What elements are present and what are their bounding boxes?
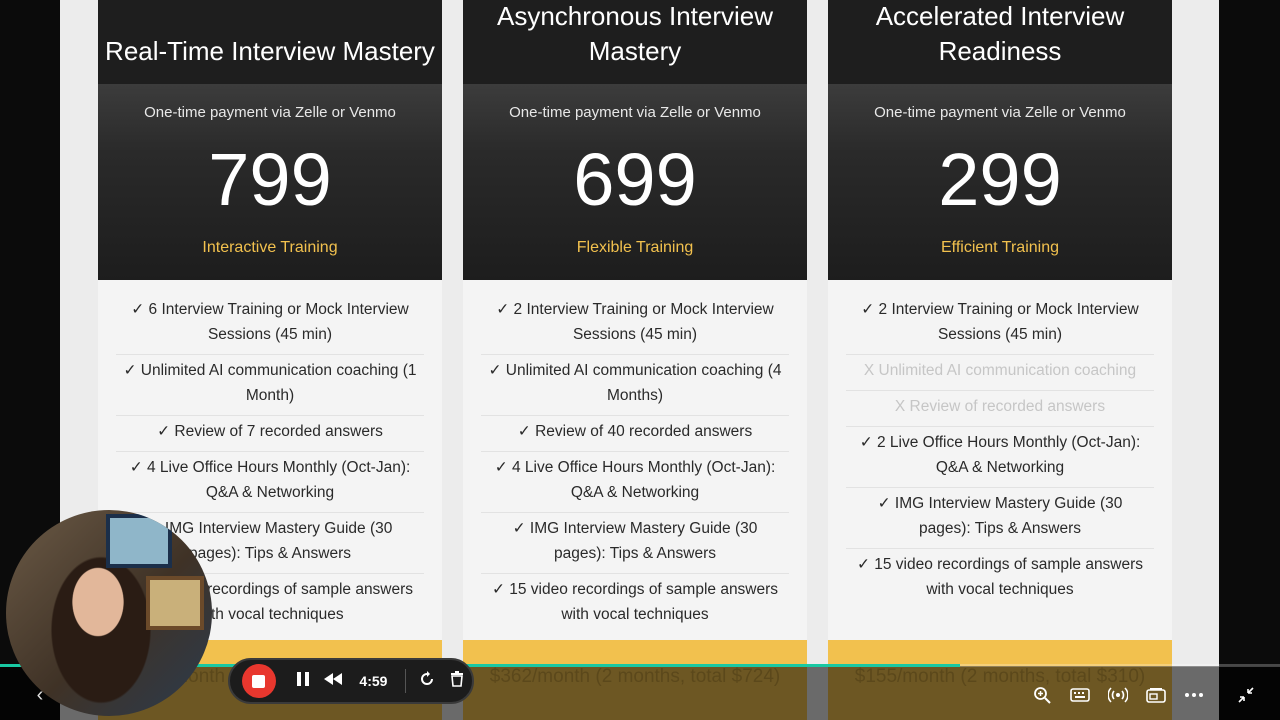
restart-icon[interactable] [412, 670, 442, 692]
feature-item: ✓ 15 video recordings of sample answers … [491, 581, 779, 623]
tier-label: Interactive Training [202, 239, 338, 256]
feature-item: ✓ Unlimited AI communication coaching (4… [481, 355, 789, 416]
webcam-bubble[interactable] [6, 510, 212, 716]
feature-item-excluded: X Review of recorded answers [846, 391, 1154, 427]
stop-record-icon[interactable] [242, 664, 276, 698]
price-panel: One-time payment via Zelle or Venmo 799 … [98, 84, 442, 280]
price: 699 [573, 138, 697, 221]
delete-icon[interactable] [442, 670, 472, 692]
feature-item: ✓ 6 Interview Training or Mock Interview… [116, 294, 424, 355]
wall-picture [146, 576, 204, 630]
progress-track[interactable] [960, 664, 1280, 667]
feature-item: ✓ 2 Interview Training or Mock Interview… [846, 294, 1154, 355]
recording-controls: 4:59 [228, 658, 474, 704]
feature-item: ✓ 4 Live Office Hours Monthly (Oct-Jan):… [116, 452, 424, 513]
price-panel: One-time payment via Zelle or Venmo 699 … [463, 84, 807, 280]
recording-timer: 4:59 [359, 673, 388, 689]
more-icon[interactable] [1182, 683, 1206, 707]
broadcast-icon[interactable] [1106, 683, 1130, 707]
feature-list: ✓ 2 Interview Training or Mock Interview… [828, 280, 1172, 609]
tier-label: Flexible Training [576, 239, 694, 256]
feature-item: ✓ IMG Interview Mastery Guide (30 pages)… [846, 488, 1154, 549]
collapse-icon[interactable] [1234, 683, 1258, 707]
monthly-plan-button[interactable]: $155/month (2 months, total $310) [828, 640, 1172, 720]
keyboard-icon[interactable] [1068, 683, 1092, 707]
payment-note: One-time payment via Zelle or Venmo [144, 104, 396, 121]
feature-item: ✓ Unlimited AI communication coaching (1… [116, 355, 424, 416]
price-panel: One-time payment via Zelle or Venmo 299 … [828, 84, 1172, 280]
divider [405, 669, 407, 693]
price: 299 [938, 138, 1062, 221]
feature-item: ✓ Review of 40 recorded answers [481, 416, 789, 452]
picture-in-picture-icon[interactable] [1144, 683, 1168, 707]
monthly-plan-button[interactable]: $362/month (2 months, total $724) [463, 640, 807, 720]
tier-label: Efficient Training [941, 239, 1059, 256]
rewind-icon[interactable] [318, 672, 348, 691]
player-toolbar [1030, 682, 1258, 708]
payment-note: One-time payment via Zelle or Venmo [509, 104, 761, 121]
feature-item: ✓ 15 video recordings of sample answers … [856, 556, 1144, 598]
price: 799 [208, 138, 332, 221]
feature-item: ✓ Review of 7 recorded answers [116, 416, 424, 452]
pause-icon[interactable] [288, 671, 318, 692]
card-title: Accelerated Interview Readiness [828, 0, 1172, 84]
feature-item: ✓ IMG Interview Mastery Guide (30 pages)… [481, 513, 789, 574]
feature-item: ✓ 2 Interview Training or Mock Interview… [481, 294, 789, 355]
feature-item: ✓ 2 Live Office Hours Monthly (Oct-Jan):… [846, 427, 1154, 488]
payment-note: One-time payment via Zelle or Venmo [874, 104, 1126, 121]
feature-item: ✓ 4 Live Office Hours Monthly (Oct-Jan):… [481, 452, 789, 513]
feature-list: ✓ 2 Interview Training or Mock Interview… [463, 280, 807, 634]
card-title: Real-Time Interview Mastery [98, 0, 442, 84]
feature-item-excluded: X Unlimited AI communication coaching [846, 355, 1154, 391]
card-title: Asynchronous Interview Mastery [463, 0, 807, 84]
pricing-card-asynchronous: Asynchronous Interview Mastery One-time … [463, 0, 807, 720]
pricing-card-accelerated: Accelerated Interview Readiness One-time… [828, 0, 1172, 720]
zoom-icon[interactable] [1030, 683, 1054, 707]
wall-picture [106, 514, 172, 568]
